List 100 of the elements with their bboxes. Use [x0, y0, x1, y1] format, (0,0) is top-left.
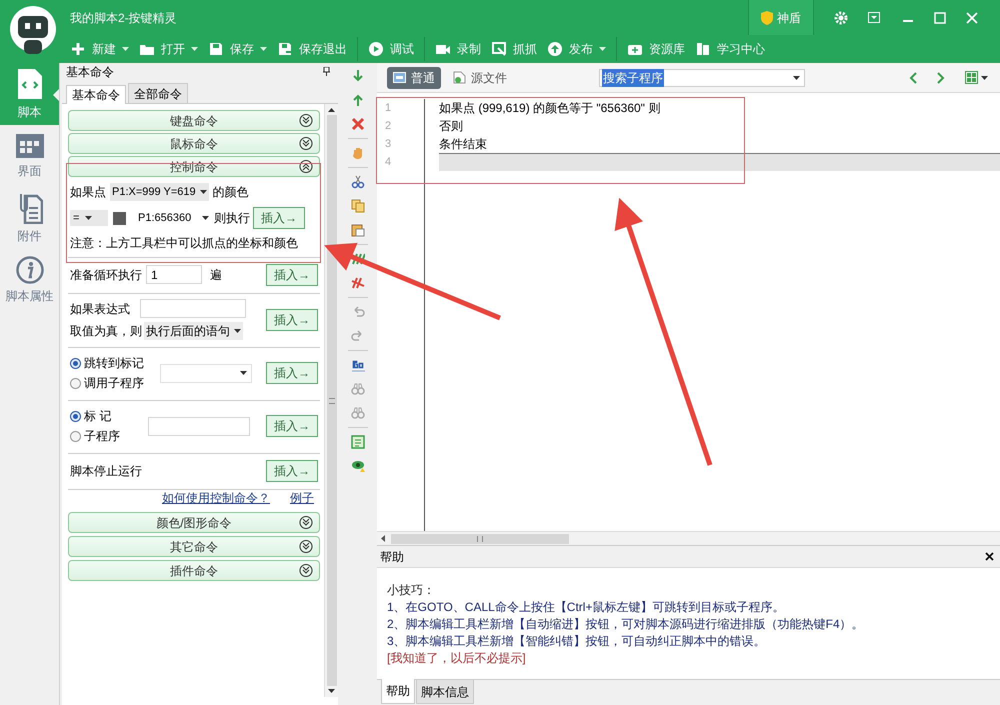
- line-number: 2: [384, 119, 392, 134]
- dismiss-link[interactable]: [我知道了，以后不必提示]: [387, 650, 526, 667]
- down-arrow-icon[interactable]: [351, 69, 365, 83]
- delete-icon[interactable]: [351, 117, 365, 131]
- play-icon: [368, 41, 384, 57]
- note-text: 注意：上方工具栏中可以抓点的坐标和颜色: [70, 235, 299, 252]
- subroutine-search-dropdown[interactable]: 搜索子程序: [599, 68, 805, 86]
- panel-tab[interactable]: 全部命令: [128, 83, 188, 103]
- window-title: 我的脚本2-按键精灵: [70, 10, 177, 26]
- caret-icon: [191, 47, 198, 51]
- caret-icon: [981, 76, 988, 80]
- name-field[interactable]: [148, 416, 250, 436]
- radio-button[interactable]: [70, 430, 81, 442]
- goto-icon[interactable]: [351, 358, 365, 372]
- toolbar-button[interactable]: 保存: [208, 37, 267, 61]
- forward-icon[interactable]: [937, 72, 945, 84]
- toolbar-button[interactable]: 抓抓: [491, 37, 537, 61]
- toolbar-button[interactable]: 资源库: [627, 37, 685, 61]
- scroll-down-icon[interactable]: [328, 689, 335, 693]
- settings-icon[interactable]: [834, 10, 848, 24]
- line-number: 3: [384, 137, 392, 152]
- info-icon: [16, 256, 44, 284]
- command-group-header[interactable]: 键盘命令: [68, 110, 320, 131]
- field-label: 的颜色: [212, 184, 249, 201]
- document-icon[interactable]: [351, 435, 365, 449]
- help-link[interactable]: 例子: [290, 489, 314, 507]
- upload-icon: [547, 41, 563, 57]
- toolbar-button[interactable]: 发布: [547, 37, 617, 61]
- eye-icon[interactable]: [351, 459, 365, 473]
- code-line: 否则: [439, 118, 464, 135]
- insert-button[interactable]: 插入→: [253, 207, 305, 229]
- radio-label: 调用子程序: [84, 375, 144, 392]
- up-arrow-icon[interactable]: [351, 93, 365, 107]
- scissors-icon[interactable]: [351, 175, 365, 189]
- command-group-header[interactable]: 插件命令: [68, 560, 320, 581]
- scroll-up-icon[interactable]: [328, 108, 335, 112]
- hand-icon[interactable]: [351, 146, 365, 160]
- back-icon[interactable]: [909, 72, 917, 84]
- help-link[interactable]: 如何使用控制命令？: [162, 489, 270, 507]
- comment-icon[interactable]: [351, 252, 365, 266]
- command-group-header[interactable]: 其它命令: [68, 536, 320, 557]
- radio-button[interactable]: [70, 378, 81, 388]
- help-tab[interactable]: 脚本信息: [416, 680, 474, 704]
- line-number: 4: [384, 155, 392, 170]
- toolbar-button[interactable]: 学习中心: [695, 37, 765, 61]
- code-line: 条件结束: [439, 136, 488, 153]
- vertical-scrollbar[interactable]: [324, 104, 338, 697]
- paste-icon[interactable]: [351, 223, 365, 237]
- action-dropdown[interactable]: 执行后面的语句: [144, 322, 243, 340]
- window-icon: [393, 72, 406, 83]
- menu-icon[interactable]: [868, 12, 880, 23]
- maximize-icon[interactable]: [934, 12, 946, 24]
- radio-button[interactable]: [70, 410, 81, 422]
- toolbar-button[interactable]: 新建: [70, 37, 129, 61]
- help-tab[interactable]: 帮助: [381, 679, 415, 704]
- radio-button[interactable]: [70, 358, 81, 368]
- plus-icon: [70, 41, 86, 57]
- loop-count-field[interactable]: 1: [146, 265, 202, 284]
- binoculars-icon[interactable]: [351, 406, 365, 420]
- uncomment-icon[interactable]: [351, 276, 365, 290]
- sidebar-item[interactable]: 脚本属性: [0, 249, 59, 311]
- code-file-icon: [453, 71, 466, 84]
- binoculars-icon[interactable]: [351, 382, 365, 396]
- radio-label: 标 记: [84, 408, 112, 425]
- operator-dropdown[interactable]: =: [70, 210, 108, 226]
- toolbar-button[interactable]: 打开: [139, 37, 198, 61]
- layout-button[interactable]: [965, 71, 988, 84]
- insert-button[interactable]: 插入→: [266, 415, 318, 437]
- sidebar-item[interactable]: 附件: [0, 187, 59, 249]
- expression-field[interactable]: [140, 299, 246, 318]
- command-group-header[interactable]: 颜色/图形命令: [68, 512, 320, 533]
- editor-tab[interactable]: 源文件: [447, 66, 513, 88]
- toolbar-button[interactable]: 录制: [435, 37, 481, 61]
- sidebar-item[interactable]: 界面: [0, 125, 59, 187]
- toolbar-button[interactable]: 调试: [368, 37, 425, 61]
- caret-icon: [202, 216, 209, 220]
- color-dropdown[interactable]: P1:656360: [111, 209, 211, 227]
- book-icon: [695, 41, 711, 57]
- scroll-left-icon[interactable]: [381, 535, 385, 542]
- insert-button[interactable]: 插入→: [266, 460, 318, 482]
- insert-button[interactable]: 插入→: [266, 264, 318, 286]
- grid-window-icon: [14, 132, 44, 158]
- pin-icon[interactable]: [323, 67, 330, 76]
- tip-text: 2、脚本编辑工具栏新增【自动缩进】按钮，可对脚本源码进行缩进排版（功能热键F4）。: [387, 616, 864, 633]
- caret-icon: [234, 329, 241, 333]
- point-dropdown[interactable]: P1:X=999 Y=619: [110, 183, 209, 201]
- panel-tab[interactable]: 基本命令: [66, 85, 126, 104]
- close-icon[interactable]: [985, 552, 994, 561]
- horizontal-scrollbar[interactable]: [391, 534, 569, 544]
- grid-icon: [965, 71, 978, 84]
- field-label: 如果表达式: [70, 300, 130, 318]
- copy-icon[interactable]: [351, 199, 365, 213]
- insert-button[interactable]: 插入→: [266, 308, 318, 330]
- field-label: 取值为真，则: [70, 323, 142, 340]
- toolbar-button[interactable]: 保存退出: [277, 37, 358, 61]
- insert-button[interactable]: 插入→: [266, 362, 318, 384]
- command-group-header[interactable]: 鼠标命令: [68, 133, 320, 154]
- sidebar-item[interactable]: 脚本: [0, 63, 59, 125]
- editor-tab[interactable]: 普通: [387, 66, 441, 88]
- caret-icon: [122, 47, 129, 51]
